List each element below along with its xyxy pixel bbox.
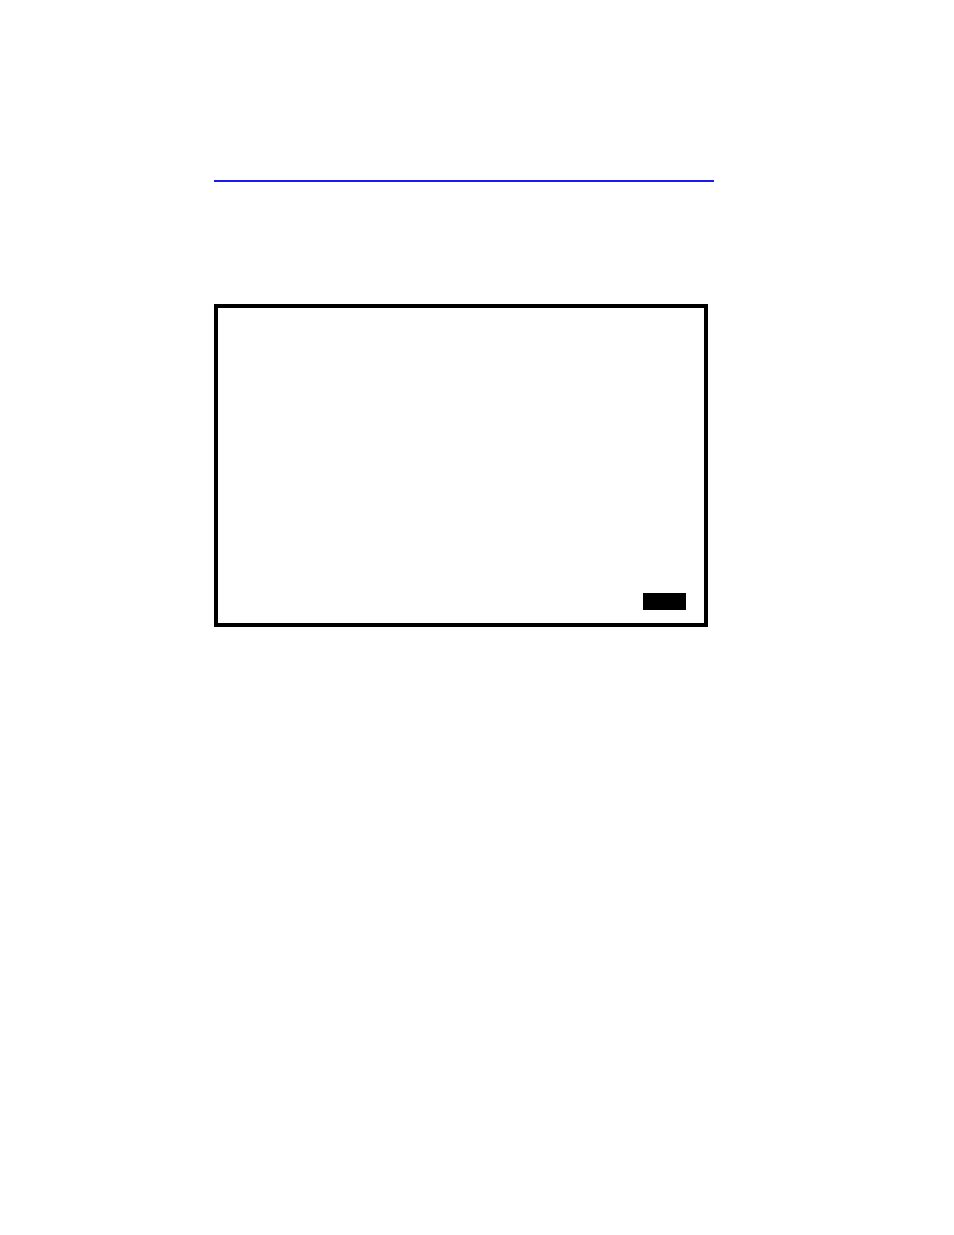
page: [0, 0, 954, 1235]
horizontal-rule: [214, 180, 714, 182]
outlined-box: [214, 304, 708, 627]
redaction-block: [643, 593, 686, 610]
